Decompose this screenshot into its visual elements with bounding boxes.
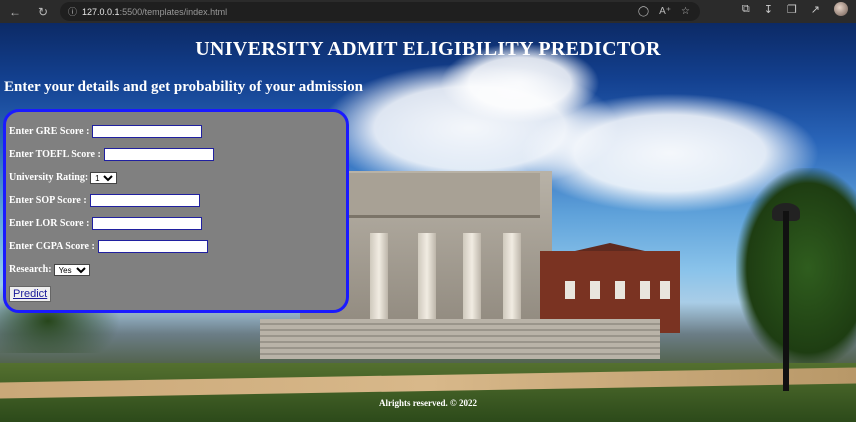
page: UNIVERSITY ADMIT ELIGIBILITY PREDICTOR E… xyxy=(0,23,856,422)
tag-icon[interactable]: ◯ xyxy=(638,6,649,17)
lor-row: Enter LOR Score : xyxy=(9,212,346,235)
lor-input[interactable] xyxy=(92,217,203,230)
collections-icon[interactable]: ⧉ xyxy=(742,3,750,16)
gre-label: Enter GRE Score : xyxy=(9,126,90,137)
window xyxy=(615,281,625,299)
sop-input[interactable] xyxy=(89,194,200,207)
column xyxy=(370,233,388,323)
window xyxy=(565,281,575,299)
favorite-icon[interactable]: ☆ xyxy=(681,6,690,17)
predict-button[interactable]: Predict xyxy=(9,286,52,302)
window xyxy=(590,281,600,299)
rating-select[interactable]: 1 xyxy=(90,171,118,184)
address-bar[interactable]: ⓘ 127.0.0.1:5500/templates/index.html ◯ … xyxy=(60,2,700,21)
sop-label: Enter SOP Score : xyxy=(9,195,87,206)
window xyxy=(640,281,650,299)
cgpa-input[interactable] xyxy=(97,240,208,253)
building-pediment xyxy=(330,173,540,218)
toefl-label: Enter TOEFL Score : xyxy=(9,149,101,160)
gre-row: Enter GRE Score : xyxy=(9,120,346,143)
download-icon[interactable]: ↧ xyxy=(764,3,773,16)
window xyxy=(660,281,670,299)
back-icon[interactable]: ← xyxy=(4,2,26,22)
column xyxy=(463,233,481,323)
research-row: Research: Yes xyxy=(9,258,346,281)
browser-toolbar: ← ↻ ⓘ 127.0.0.1:5500/templates/index.htm… xyxy=(0,0,856,23)
lor-label: Enter LOR Score : xyxy=(9,218,90,229)
admission-form: Enter GRE Score : Enter TOEFL Score : Un… xyxy=(3,109,349,313)
url-text: 127.0.0.1:5500/templates/index.html xyxy=(82,6,228,17)
info-icon[interactable]: ⓘ xyxy=(68,5,77,18)
refresh-icon[interactable]: ↻ xyxy=(32,2,54,22)
sop-row: Enter SOP Score : xyxy=(9,189,346,212)
avatar[interactable] xyxy=(834,2,848,16)
cgpa-row: Enter CGPA Score : xyxy=(9,235,346,258)
page-title: UNIVERSITY ADMIT ELIGIBILITY PREDICTOR xyxy=(195,38,661,60)
share-icon[interactable]: ↗ xyxy=(811,3,820,16)
footer-copyright: Alrights reserved. © 2022 xyxy=(378,398,478,408)
copy-icon[interactable]: ❐ xyxy=(787,3,797,16)
research-select[interactable]: Yes xyxy=(53,263,90,276)
column xyxy=(418,233,436,323)
column xyxy=(503,233,521,323)
rating-row: University Rating: 1 xyxy=(9,166,346,189)
cgpa-label: Enter CGPA Score : xyxy=(9,241,95,252)
gre-input[interactable] xyxy=(92,125,203,138)
trees xyxy=(736,168,856,368)
steps xyxy=(260,319,660,359)
rating-label: University Rating: xyxy=(9,172,89,183)
research-label: Research: xyxy=(9,264,52,275)
read-aloud-icon[interactable]: A⁺ xyxy=(659,6,671,17)
lamp-post xyxy=(783,211,789,391)
toefl-row: Enter TOEFL Score : xyxy=(9,143,346,166)
page-subtitle: Enter your details and get probability o… xyxy=(4,79,363,95)
toefl-input[interactable] xyxy=(103,148,214,161)
